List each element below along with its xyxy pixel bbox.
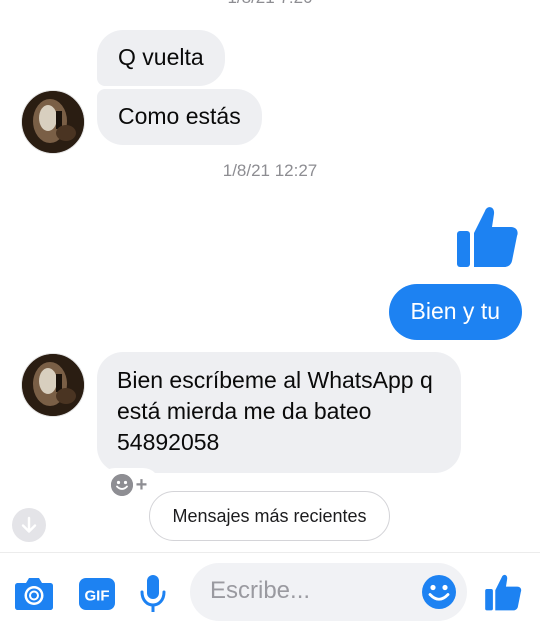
thumbs-up-icon[interactable] xyxy=(484,572,522,612)
svg-text:GIF: GIF xyxy=(85,588,110,605)
contact-avatar[interactable] xyxy=(21,90,85,154)
newer-messages-button[interactable]: Mensajes más recientes xyxy=(149,491,390,541)
message-input-placeholder: Escribe... xyxy=(210,577,311,604)
microphone-icon[interactable] xyxy=(140,574,166,614)
incoming-message-bubble[interactable]: Como estás xyxy=(97,89,262,145)
camera-icon[interactable] xyxy=(14,574,54,612)
add-reaction-button[interactable]: + xyxy=(100,470,158,500)
timestamp: 1/8/21 7:20 xyxy=(0,0,540,8)
contact-avatar[interactable] xyxy=(21,353,85,417)
emoji-icon[interactable] xyxy=(421,574,457,610)
outgoing-message-bubble[interactable]: Bien y tu xyxy=(388,284,522,340)
incoming-message-bubble[interactable]: Q vuelta xyxy=(97,30,225,86)
smiley-icon xyxy=(110,474,133,496)
sent-like-thumbs-up-icon xyxy=(455,203,519,269)
arrow-down-icon xyxy=(21,516,37,533)
plus-icon: + xyxy=(135,474,148,496)
scroll-to-bottom-button[interactable] xyxy=(12,508,46,542)
incoming-message-bubble[interactable]: Bien escríbeme al WhatsApp q está mierda… xyxy=(97,352,461,473)
timestamp: 1/8/21 12:27 xyxy=(222,161,318,180)
gif-icon[interactable]: GIF xyxy=(79,577,115,611)
composer-divider xyxy=(0,552,540,553)
